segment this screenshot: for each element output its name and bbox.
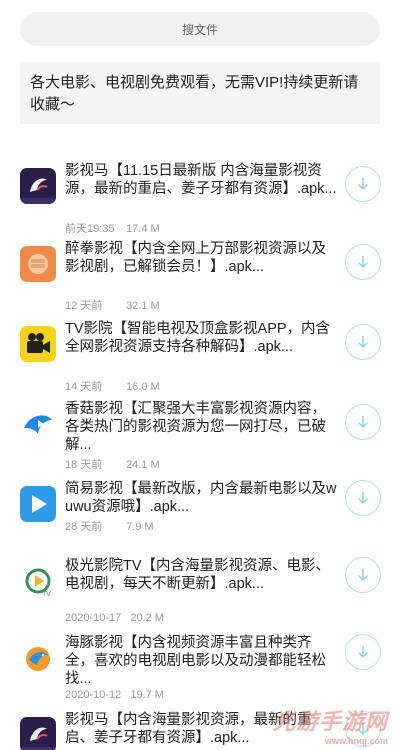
list-item[interactable]: 醉拳影视【内含全网上万部影视资源以及影视剧，已解锁会员！】.apk... 12 … <box>0 238 400 316</box>
haitun-app-icon <box>20 640 56 676</box>
download-button[interactable] <box>345 244 381 280</box>
list-item[interactable]: 香菇影视【汇聚强大丰富影视资源内容，各类热门的影视资源为您一网打尽，已破解...… <box>0 398 400 476</box>
list-item[interactable]: TV影院【智能电视及顶盒影视APP，内含全网影视资源支持各种解码】.apk...… <box>0 318 400 396</box>
item-date: 前天19:35 <box>65 223 115 235</box>
item-size: 24.1 M <box>126 459 160 471</box>
item-title[interactable]: 极光影院TV【内含海量影视资源、电影、电视剧，每天不断更新】.apk... <box>65 557 340 593</box>
list-item[interactable]: 简易影视【最新改版，内含最新电影以及wuwu资源哦】.apk... 28 天前 … <box>0 478 400 556</box>
xianggu-app-icon <box>20 406 56 442</box>
notice-banner: 各大电影、电视剧免费观看，无需VIP!持续更新请收藏～ <box>20 62 380 124</box>
item-size: 7.9 M <box>126 521 154 533</box>
download-arrow-icon <box>357 646 369 659</box>
item-date: 18 天前 <box>65 459 103 471</box>
item-title[interactable]: 影视马【11.15日最新版 内含海量影视资源，最新的重启、姜子牙都有资源】.ap… <box>65 162 340 198</box>
item-date: 28 天前 <box>65 521 103 533</box>
notice-text: 各大电影、电视剧免费观看，无需VIP!持续更新请收藏～ <box>30 74 359 113</box>
item-title[interactable]: 简易影视【最新改版，内含最新电影以及wuwu资源哦】.apk... <box>65 480 340 516</box>
site-watermark: 光游手游网 www.hnqj.com <box>273 704 388 746</box>
download-arrow-icon <box>357 492 369 505</box>
download-arrow-icon <box>357 256 369 269</box>
download-arrow-icon <box>357 416 369 429</box>
tv-yingyuan-app-icon <box>20 326 56 362</box>
item-meta: 2020-10-17 20.2 M <box>65 612 164 624</box>
yingshima-app-icon <box>20 717 56 750</box>
item-date: 14 天前 <box>65 381 103 393</box>
item-date: 2020-10-12 <box>65 689 122 701</box>
search-bar[interactable]: 搜文件 <box>20 12 380 46</box>
download-arrow-icon <box>357 569 369 582</box>
item-meta: 前天19:35 17.4 M <box>65 220 160 236</box>
download-arrow-icon <box>357 178 369 191</box>
item-size: 17.4 M <box>126 223 160 235</box>
yingshima-app-icon <box>20 168 56 204</box>
watermark-main: 光游手游网 <box>272 709 388 734</box>
watermark-url: www.hnqj.com <box>324 736 388 746</box>
item-title[interactable]: 海豚影视【内含视频资源丰富且种类齐全，喜欢的电视剧电影以及动漫都能轻松找... <box>65 634 340 688</box>
download-arrow-icon <box>357 336 369 349</box>
item-meta: 28 天前 7.9 M <box>65 518 154 534</box>
item-title[interactable]: 香菇影视【汇聚强大丰富影视资源内容，各类热门的影视资源为您一网打尽，已破解... <box>65 400 340 454</box>
list-item[interactable]: 影视马【11.15日最新版 内含海量影视资源，最新的重启、姜子牙都有资源】.ap… <box>0 160 400 238</box>
list-item[interactable]: TV 极光影院TV【内含海量影视资源、电影、电视剧，每天不断更新】.apk...… <box>0 555 400 633</box>
item-meta: 12 天前 32.1 M <box>65 297 160 313</box>
item-size: 32.1 M <box>126 300 160 312</box>
search-placeholder: 搜文件 <box>181 22 218 37</box>
item-date: 2020-10-17 <box>65 612 122 624</box>
download-button[interactable] <box>345 404 381 440</box>
download-button[interactable] <box>345 480 381 516</box>
list-item[interactable]: 海豚影视【内含视频资源丰富且种类齐全，喜欢的电视剧电影以及动漫都能轻松找... … <box>0 632 400 710</box>
download-button[interactable] <box>345 324 381 360</box>
download-button[interactable] <box>345 557 381 593</box>
item-date: 12 天前 <box>65 300 103 312</box>
item-meta: 2020-10-12 19.7 M <box>65 689 164 701</box>
item-size: 16.0 M <box>126 381 160 393</box>
item-size: 19.7 M <box>130 689 164 701</box>
jianyi-app-icon <box>20 486 56 522</box>
zuiquan-app-icon <box>20 246 56 282</box>
jiguang-app-icon: TV <box>20 563 56 599</box>
svg-text:TV: TV <box>42 591 51 598</box>
item-title[interactable]: 醉拳影视【内含全网上万部影视资源以及影视剧，已解锁会员！】.apk... <box>65 240 340 276</box>
item-meta: 18 天前 24.1 M <box>65 456 160 472</box>
item-size: 20.2 M <box>130 612 164 624</box>
item-meta: 14 天前 16.0 M <box>65 378 160 394</box>
download-button[interactable] <box>345 634 381 670</box>
download-button[interactable] <box>345 166 381 202</box>
item-title[interactable]: TV影院【智能电视及顶盒影视APP，内含全网影视资源支持各种解码】.apk... <box>65 320 340 356</box>
